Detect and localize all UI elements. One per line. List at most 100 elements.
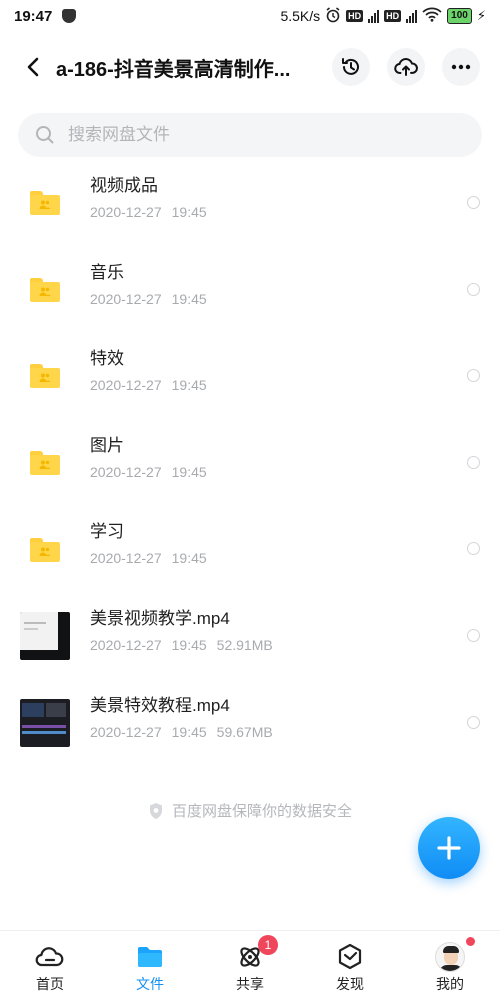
list-item[interactable]: 图片 2020-12-27 19:45 bbox=[0, 420, 500, 507]
file-name: 图片 bbox=[90, 435, 124, 455]
wifi-icon bbox=[422, 7, 442, 25]
list-item[interactable]: 音乐 2020-12-27 19:45 bbox=[0, 247, 500, 334]
video-thumbnail bbox=[20, 611, 70, 661]
file-info: 2020-12-27 19:45 59.67MB bbox=[90, 724, 273, 740]
status-right: 5.5K/s HD HD 100 ⚡ bbox=[280, 6, 486, 26]
back-button[interactable] bbox=[18, 52, 48, 82]
select-radio[interactable] bbox=[467, 542, 480, 556]
file-date: 2020-12-27 bbox=[90, 204, 162, 220]
file-info: 2020-12-27 19:45 52.91MB bbox=[90, 637, 273, 653]
avatar bbox=[435, 942, 465, 972]
charging-icon: ⚡ bbox=[476, 8, 486, 23]
search-icon bbox=[36, 126, 54, 144]
video-thumbnail bbox=[20, 698, 70, 748]
file-meta: 特效 2020-12-27 19:45 bbox=[90, 347, 207, 393]
file-time: 19:45 bbox=[171, 290, 207, 307]
select-radio[interactable] bbox=[467, 282, 480, 296]
search-bar[interactable] bbox=[18, 113, 482, 157]
cloud-upload-icon bbox=[394, 58, 418, 76]
file-time: 19:45 bbox=[171, 550, 207, 567]
cloud-upload-button[interactable] bbox=[387, 48, 425, 86]
avatar-wrap bbox=[435, 942, 465, 972]
history-icon bbox=[342, 58, 359, 75]
alarm-icon bbox=[325, 6, 341, 26]
home-cloud-icon bbox=[35, 943, 65, 971]
list-item[interactable]: 美景特效教程.mp4 2020-12-27 19:45 59.67MB bbox=[0, 680, 500, 767]
nav-label: 首页 bbox=[36, 976, 64, 992]
select-radio[interactable] bbox=[467, 628, 480, 642]
select-radio[interactable] bbox=[467, 196, 480, 209]
select-radio[interactable] bbox=[467, 455, 480, 469]
nav-share[interactable]: 1 共享 bbox=[200, 931, 300, 1000]
file-info: 2020-12-27 19:45 bbox=[90, 204, 207, 220]
folder-icon bbox=[20, 265, 70, 315]
file-date: 2020-12-27 bbox=[90, 463, 162, 480]
file-time: 19:45 bbox=[171, 377, 207, 394]
net-speed: 5.5K/s bbox=[280, 8, 321, 24]
hd-badge-2: HD bbox=[384, 10, 402, 22]
bottom-nav: 首页 文件 1 共享 发现 我的 bbox=[0, 930, 500, 1000]
file-meta: 视频成品 2020-12-27 19:45 bbox=[90, 174, 207, 220]
file-name: 美景特效教程.mp4 bbox=[90, 695, 230, 715]
nav-home[interactable]: 首页 bbox=[0, 931, 100, 1000]
nav-profile[interactable]: 我的 bbox=[400, 931, 500, 1000]
notification-badge: 1 bbox=[258, 935, 278, 955]
file-name: 音乐 bbox=[90, 262, 124, 282]
more-icon bbox=[451, 64, 471, 70]
list-item[interactable]: 美景视频教学.mp4 2020-12-27 19:45 52.91MB bbox=[0, 593, 500, 680]
folder-icon bbox=[20, 525, 70, 575]
search-input[interactable] bbox=[68, 125, 448, 145]
more-button[interactable] bbox=[442, 48, 480, 86]
list-item[interactable]: 学习 2020-12-27 19:45 bbox=[0, 506, 500, 593]
file-date: 2020-12-27 bbox=[90, 377, 162, 394]
file-size: 52.91MB bbox=[216, 636, 273, 653]
nav-label: 共享 bbox=[236, 976, 264, 992]
file-time: 19:45 bbox=[171, 204, 207, 220]
file-name: 美景视频教学.mp4 bbox=[90, 608, 230, 628]
file-size: 59.67MB bbox=[216, 723, 273, 740]
signal-icon-2 bbox=[406, 9, 418, 23]
nav-label: 发现 bbox=[336, 976, 364, 992]
file-date: 2020-12-27 bbox=[90, 636, 162, 653]
hd-badge: HD bbox=[346, 10, 364, 22]
add-button[interactable] bbox=[418, 817, 480, 879]
file-meta: 美景特效教程.mp4 2020-12-27 19:45 59.67MB bbox=[90, 694, 273, 740]
file-meta: 音乐 2020-12-27 19:45 bbox=[90, 261, 207, 307]
file-date: 2020-12-27 bbox=[90, 290, 162, 307]
file-time: 19:45 bbox=[171, 636, 207, 653]
signal-icon bbox=[368, 9, 380, 23]
nav-label: 文件 bbox=[136, 976, 164, 992]
nav-files[interactable]: 文件 bbox=[100, 931, 200, 1000]
notification-dot bbox=[466, 937, 475, 946]
list-item[interactable]: 视频成品 2020-12-27 19:45 bbox=[0, 160, 500, 247]
file-info: 2020-12-27 19:45 bbox=[90, 550, 207, 566]
page-title: a-186-抖音美景高清制作... bbox=[56, 58, 291, 81]
security-note: 百度网盘保障你的数据安全 bbox=[0, 800, 500, 821]
file-date: 2020-12-27 bbox=[90, 723, 162, 740]
history-button[interactable] bbox=[332, 48, 370, 86]
plus-icon bbox=[437, 836, 461, 860]
folder-icon bbox=[20, 351, 70, 401]
list-item[interactable]: 特效 2020-12-27 19:45 bbox=[0, 333, 500, 420]
file-meta: 图片 2020-12-27 19:45 bbox=[90, 434, 207, 480]
nav-discover[interactable]: 发现 bbox=[300, 931, 400, 1000]
shield-icon bbox=[149, 802, 162, 819]
file-time: 19:45 bbox=[171, 463, 207, 480]
file-name: 学习 bbox=[90, 522, 124, 542]
folder-icon bbox=[135, 943, 165, 971]
file-info: 2020-12-27 19:45 bbox=[90, 464, 207, 480]
battery-indicator: 100 bbox=[447, 8, 472, 24]
security-text: 百度网盘保障你的数据安全 bbox=[171, 803, 352, 820]
file-list: 视频成品 2020-12-27 19:45 音乐 2020-12-27 19:45 … bbox=[0, 160, 500, 766]
folder-icon bbox=[20, 178, 70, 228]
file-info: 2020-12-27 19:45 bbox=[90, 291, 207, 307]
file-info: 2020-12-27 19:45 bbox=[90, 377, 207, 393]
file-name: 特效 bbox=[90, 349, 124, 369]
status-bar: 19:47 5.5K/s HD HD 100 ⚡ bbox=[0, 0, 500, 32]
select-radio[interactable] bbox=[467, 715, 480, 729]
file-time: 19:45 bbox=[171, 723, 207, 740]
select-radio[interactable] bbox=[467, 369, 480, 383]
file-meta: 美景视频教学.mp4 2020-12-27 19:45 52.91MB bbox=[90, 607, 273, 653]
file-meta: 学习 2020-12-27 19:45 bbox=[90, 520, 207, 566]
nav-label: 我的 bbox=[436, 976, 464, 992]
